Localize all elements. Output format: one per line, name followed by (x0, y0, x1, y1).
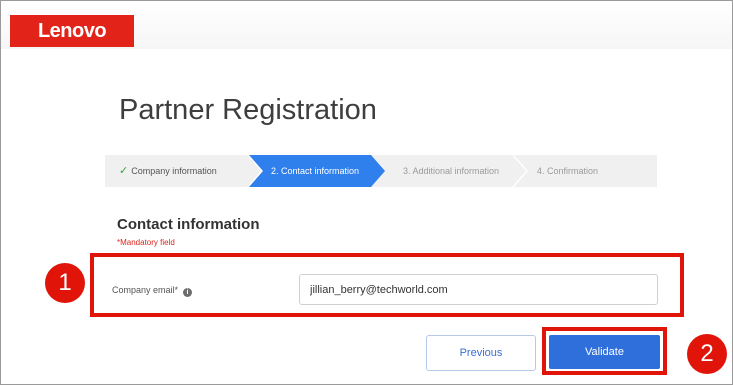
check-icon: ✓ (119, 165, 129, 177)
page-title: Partner Registration (119, 94, 377, 126)
validate-button[interactable]: Validate (549, 335, 660, 369)
header-bar: Lenovo (1, 1, 732, 49)
lenovo-logo[interactable]: Lenovo (10, 15, 134, 47)
email-label-text: Company email* (112, 285, 179, 295)
step-label: Company information (131, 166, 217, 176)
step-divider (512, 155, 528, 187)
step-label: 3. Additional information (403, 166, 500, 176)
email-field-label: Company email* i (112, 285, 193, 297)
info-icon[interactable]: i (183, 288, 193, 297)
annotation-badge-2: 2 (687, 334, 727, 374)
browser-frame: Lenovo Partner Registration ✓ Company inf… (0, 0, 733, 385)
company-email-field[interactable] (299, 274, 658, 305)
step-confirmation[interactable]: 4. Confirmation (537, 155, 598, 187)
mandatory-note: *Mandatory field (117, 238, 175, 247)
section-title: Contact information (117, 216, 260, 233)
previous-button[interactable]: Previous (426, 335, 536, 371)
annotation-badge-1: 1 (45, 263, 85, 303)
step-company-information[interactable]: ✓ Company information (119, 155, 217, 187)
step-label: 2. Contact information (271, 166, 360, 176)
step-label: 4. Confirmation (537, 166, 599, 176)
registration-stepper: ✓ Company information 2. Contact informat… (105, 155, 657, 187)
step-contact-information[interactable]: 2. Contact information (271, 155, 359, 187)
step-additional-information[interactable]: 3. Additional information (403, 155, 499, 187)
